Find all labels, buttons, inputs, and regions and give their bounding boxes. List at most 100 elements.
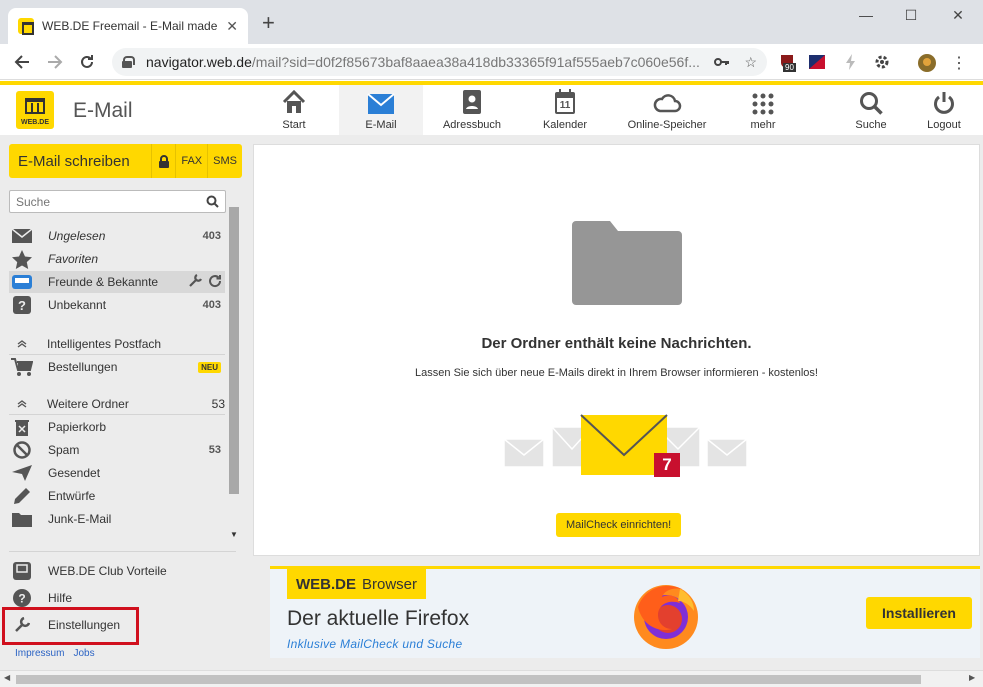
nav-adressbuch[interactable]: Adressbuch [440,85,504,135]
folder-label: Bestellungen [48,360,118,374]
browser-menu-icon[interactable]: ⋮ [950,53,968,72]
folder-label: Favoriten [48,252,99,266]
fax-button[interactable]: FAX [176,144,209,178]
folder-junk-email[interactable]: Junk-E-Mail [9,508,225,530]
logo-building-icon [25,98,45,114]
folder-label: Entwürfe [48,489,96,503]
footer-impressum-link[interactable]: Impressum [15,648,64,659]
trash-icon [10,416,34,438]
nav-mehr[interactable]: mehr [740,85,786,135]
bookmark-star-icon[interactable]: ☆ [744,54,757,71]
webde-favicon-icon [18,18,34,35]
forward-button[interactable] [41,48,69,76]
sidebar-link-label: WEB.DE Club Vorteile [48,564,167,578]
folder-gesendet[interactable]: Gesendet [9,462,225,484]
ad-headline: Der aktuelle Firefox [287,607,470,630]
sidebar-divider [9,551,236,552]
key-icon[interactable] [714,54,730,71]
cloud-icon [653,94,682,113]
collapse-chevron-icon [9,339,35,348]
install-button[interactable]: Installieren [866,597,972,629]
extension-gear-icon[interactable] [873,53,891,71]
compose-button[interactable]: E-Mail schreiben [9,144,153,178]
folder-scrollbar[interactable]: ▼ [228,207,240,542]
ad-label: WEB.DE Browser [287,569,427,599]
url-host: navigator.web.de [146,54,252,70]
nav-online-speicher[interactable]: Online-Speicher [623,85,711,135]
webde-logo[interactable]: WEB.DE [16,91,54,129]
extension-flag-icon[interactable] [808,53,826,71]
nav-start[interactable]: Start [262,85,326,135]
folder-bestellungen[interactable]: Bestellungen NEU [9,356,225,378]
nav-mehr-label: mehr [750,119,776,131]
empty-folder-title: Der Ordner enthält keine Nachrichten. [481,335,752,352]
folder-ungelesen[interactable]: Ungelesen 403 [9,225,225,247]
empty-folder-subtitle: Lassen Sie sich über neue E-Mails direkt… [415,367,818,379]
nav-online-speicher-label: Online-Speicher [627,119,707,131]
secure-mail-lock-icon[interactable] [152,144,177,178]
nav-suche[interactable]: Suche [846,85,896,135]
envelope-icon [10,225,34,247]
nav-email-label: E-Mail [365,119,397,131]
club-icon [12,562,32,580]
calendar-day: 11 [559,100,571,111]
sms-button[interactable]: SMS [208,144,242,178]
folder-entwuerfe[interactable]: Entwürfe [9,485,225,507]
folder-favoriten[interactable]: Favoriten [9,248,225,270]
nav-suche-label: Suche [855,119,887,131]
extension-bolt-icon[interactable] [842,53,860,71]
mailcheck-illustration: 7 [502,413,748,482]
folder-unbekannt[interactable]: ? Unbekannt 403 [9,294,225,316]
app-header: WEB.DE E-Mail Start E-Mail Adressbuch 11… [0,81,983,135]
section-weitere-ordner[interactable]: Weitere Ordner 53 [9,393,225,415]
back-button[interactable] [8,48,36,76]
star-icon [10,248,34,270]
firefox-ad-banner[interactable]: WEB.DE Browser Der aktuelle Firefox Inkl… [270,566,980,658]
scroll-down-arrow-icon[interactable]: ▼ [228,530,240,539]
maximize-button[interactable]: ☐ [888,0,934,30]
new-badge: NEU [198,361,221,373]
tab-close-icon[interactable]: ✕ [226,18,238,35]
section-intelligentes-postfach[interactable]: Intelligentes Postfach [9,333,225,355]
horizontal-scrollbar-thumb[interactable] [16,675,921,684]
folder-search-input[interactable] [16,194,206,209]
nav-logout[interactable]: Logout [920,85,968,135]
minimize-button[interactable]: — [843,0,889,30]
scroll-left-arrow-icon[interactable]: ◀ [4,673,10,682]
folder-label: Junk-E-Mail [48,512,112,526]
close-window-button[interactable]: ✕ [935,0,981,30]
nav-kalender[interactable]: 11 Kalender [534,85,596,135]
highlight-annotation [2,607,139,645]
extension-shield-icon[interactable]: 90 [779,53,797,72]
folder-count: 403 [202,299,221,311]
browser-tab[interactable]: WEB.DE Freemail - E-Mail made in Germany… [8,8,248,44]
mailcheck-setup-button[interactable]: MailCheck einrichten! [556,513,682,537]
message-list-pane: Der Ordner enthält keine Nachrichten. La… [253,144,980,556]
reload-button[interactable] [73,48,101,76]
folder-scrollbar-thumb[interactable] [229,207,239,494]
horizontal-scrollbar[interactable]: ◀ ▶ [0,670,983,687]
cart-icon [10,356,34,378]
folder-spam[interactable]: Spam 53 [9,439,225,461]
ad-subline: Inklusive MailCheck und Suche [287,637,463,651]
nav-email[interactable]: E-Mail [339,85,423,135]
folder-settings-wrench-icon[interactable] [188,273,202,291]
folder-papierkorb[interactable]: Papierkorb [9,416,225,438]
calendar-icon: 11 [554,89,576,115]
folder-freunde-bekannte[interactable]: Freunde & Bekannte [9,271,225,293]
section-label: Intelligentes Postfach [47,336,162,351]
grid-icon [752,93,774,115]
scroll-right-arrow-icon[interactable]: ▶ [969,673,975,682]
folder-label: Papierkorb [48,420,107,434]
sidebar-club-vorteile[interactable]: WEB.DE Club Vorteile [9,559,236,583]
footer-jobs-link[interactable]: Jobs [73,648,94,659]
ad-label-product: Browser [362,575,418,593]
address-bar[interactable]: navigator.web.de /mail?sid=d0f2f85673baf… [112,48,767,76]
inbox-icon [10,271,34,293]
folder-search [9,190,226,213]
section-label: Weitere Ordner [47,396,129,411]
folder-label: Freunde & Bekannte [48,275,159,289]
profile-avatar-icon[interactable] [917,53,936,72]
new-tab-button[interactable]: + [262,12,275,34]
refresh-icon[interactable] [208,274,222,291]
